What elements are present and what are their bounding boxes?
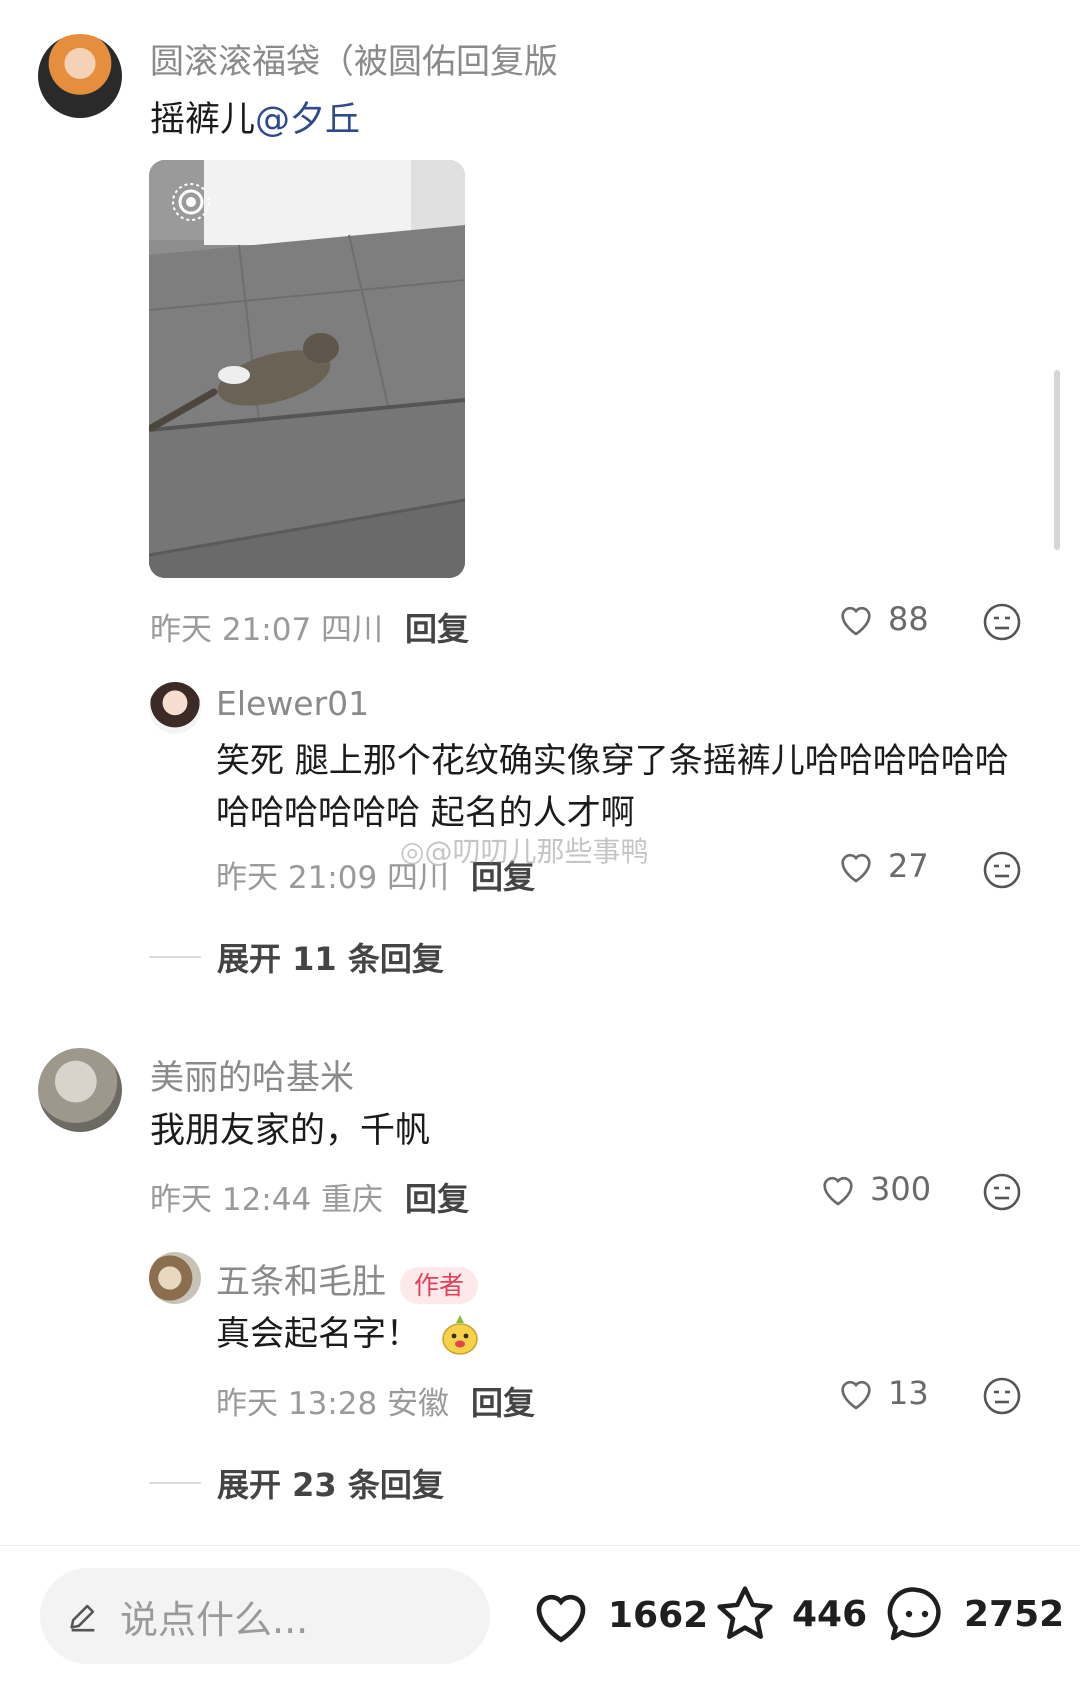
username[interactable]: 美丽的哈基米 (150, 1050, 354, 1099)
favorite-button[interactable]: 446 (712, 1582, 867, 1646)
comment-text-body: 摇裤儿 (150, 100, 256, 140)
heart-icon (841, 606, 871, 636)
like-count: 88 (888, 600, 929, 638)
avatar[interactable] (149, 682, 201, 734)
expand-replies-button[interactable]: 展开 23 条回复 (149, 1460, 444, 1506)
username-row: 五条和毛肚 作者 (216, 1254, 479, 1304)
comment-meta: 昨天 12:44 重庆 回复 (150, 1174, 469, 1220)
expand-replies-button[interactable]: 展开 11 条回复 (149, 934, 444, 980)
reply-button[interactable]: 回复 (405, 1180, 469, 1218)
emoji-react-icon[interactable] (982, 850, 1022, 890)
emoji-react-icon[interactable] (982, 1376, 1022, 1416)
like-button[interactable]: 13 (836, 1374, 929, 1412)
emoji-react-icon[interactable] (982, 1172, 1022, 1212)
mention-link[interactable]: @夕丘 (255, 100, 360, 140)
like-count: 27 (888, 847, 929, 885)
username[interactable]: 五条和毛肚 (216, 1262, 386, 1302)
like-button[interactable]: 27 (836, 847, 929, 885)
reply-button[interactable]: 回复 (471, 1384, 535, 1422)
avatar[interactable] (38, 34, 122, 118)
avatar[interactable] (38, 1048, 122, 1132)
comment-text: 我朋友家的，千帆 (150, 1111, 431, 1151)
divider (149, 1482, 201, 1484)
star-icon (717, 1586, 773, 1639)
expand-replies-label: 展开 11 条回复 (217, 940, 444, 978)
reply-text-body: 真会起名字！ (216, 1314, 420, 1354)
comment-bubble-icon (887, 1587, 941, 1641)
comment-text: 摇裤儿@夕丘 (150, 94, 360, 146)
divider (149, 956, 201, 958)
timestamp-location: 昨天 13:28 安徽 (216, 1386, 450, 1422)
post-like-count: 1662 (608, 1594, 709, 1636)
like-post-button[interactable]: 1662 (528, 1584, 708, 1646)
expand-replies-label: 展开 23 条回复 (217, 1466, 444, 1504)
cat-photo (149, 160, 465, 578)
like-count: 13 (888, 1374, 929, 1412)
comment-input[interactable]: 说点什么... (40, 1568, 490, 1664)
heart-icon (823, 1176, 853, 1206)
emoji-react-icon[interactable] (982, 602, 1022, 642)
reply-text: 真会起名字！ (216, 1308, 480, 1360)
comment-image[interactable] (149, 160, 465, 578)
reply-button[interactable]: 回复 (405, 610, 469, 648)
reply-text: 笑死 腿上那个花纹确实像穿了条摇裤儿哈哈哈哈哈哈哈哈哈哈哈哈 起名的人才啊 (216, 741, 1009, 833)
like-button[interactable]: 88 (836, 600, 929, 638)
timestamp-location: 昨天 12:44 重庆 (150, 1182, 384, 1218)
like-count: 300 (870, 1170, 932, 1208)
input-placeholder: 说点什么... (120, 1597, 309, 1642)
comment-button[interactable]: 2752 (884, 1582, 1064, 1646)
favorite-count: 446 (792, 1593, 868, 1635)
reply-meta: 昨天 13:28 安徽 回复 (216, 1378, 535, 1424)
comment-count: 2752 (964, 1593, 1065, 1635)
heart-icon (536, 1594, 586, 1643)
weibo-icon: ◎ (400, 835, 425, 868)
cute-mascot-emoji-icon (442, 1315, 478, 1355)
watermark-text: @叨叨儿那些事鸭 (424, 835, 649, 868)
author-badge: 作者 (400, 1266, 479, 1304)
comment-meta: 昨天 21:07 四川 回复 (150, 604, 469, 650)
scrollbar[interactable] (1054, 370, 1060, 550)
username[interactable]: 圆滚滚福袋（被圆佑回复版 (150, 34, 558, 83)
pencil-icon (70, 1604, 95, 1632)
like-button[interactable]: 300 (818, 1170, 931, 1208)
timestamp-location: 昨天 21:07 四川 (150, 612, 384, 648)
heart-icon (841, 1380, 871, 1410)
username[interactable]: Elewer01 (216, 684, 369, 723)
avatar[interactable] (149, 1252, 201, 1304)
heart-icon (841, 853, 871, 883)
watermark: ◎@叨叨儿那些事鸭 (400, 830, 648, 870)
